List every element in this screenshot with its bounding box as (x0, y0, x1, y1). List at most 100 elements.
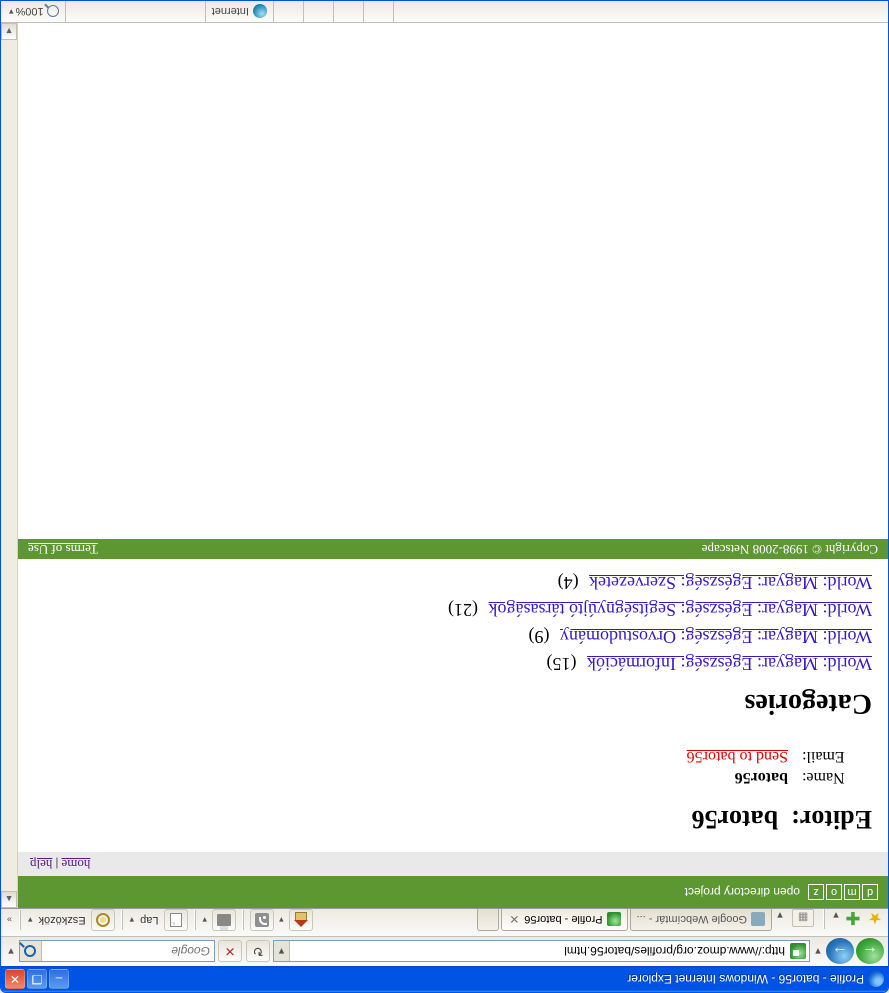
dmoz-subnav: home | help (18, 852, 888, 876)
nav-toolbar: ← → ▾ ▾ ↻ ✕ ▾ (1, 936, 888, 966)
category-row: World: Magyar: Egészség: Segítségnyújtó … (34, 596, 872, 623)
print-button[interactable] (212, 909, 236, 931)
page-menu-drop[interactable]: ▾ (128, 915, 137, 926)
status-pane-1 (364, 1, 394, 22)
status-pane-4 (274, 1, 304, 22)
page-icon (170, 913, 182, 927)
close-button[interactable]: ✕ (5, 969, 25, 989)
editor-value: bator56 (691, 805, 778, 834)
tab-list-drop[interactable]: ▾ (774, 909, 786, 922)
feed-icon (255, 913, 269, 927)
site-icon (790, 944, 806, 960)
category-count: (4) (558, 573, 585, 593)
dmoz-logo-o: o (826, 884, 842, 900)
link-help[interactable]: help (30, 857, 52, 872)
tab-profile-icon (607, 913, 621, 927)
category-row: World: Magyar: Egészség: Szervezetek (4) (34, 569, 872, 596)
back-button[interactable]: ← (856, 939, 884, 965)
vertical-scrollbar[interactable]: ▲ ▼ (1, 23, 18, 908)
maximize-button[interactable]: ❐ (27, 969, 47, 989)
address-bar: ▾ (273, 941, 810, 963)
tools-menu-drop[interactable]: ▾ (26, 915, 35, 926)
nav-sep: | (52, 857, 58, 872)
zone-label: Internet (212, 6, 249, 18)
name-label: Name: (788, 768, 872, 786)
add-favorite-button[interactable]: ✚ (844, 909, 862, 927)
status-pane-2 (334, 1, 364, 22)
quick-tabs-button[interactable]: ▦ (792, 909, 814, 927)
tab-close-button[interactable]: ✕ (508, 914, 520, 926)
refresh-button[interactable]: ↻ (246, 941, 270, 963)
favorites-center-button[interactable]: ★ (866, 909, 884, 927)
titlebar: Profile - bator56 - Windows Internet Exp… (1, 966, 888, 992)
scroll-track[interactable] (1, 40, 17, 891)
security-zone[interactable]: Internet (206, 1, 274, 22)
link-home[interactable]: home (62, 857, 91, 872)
home-icon (294, 913, 308, 927)
tab-profile-label: Profile - bator56 (524, 914, 602, 926)
minimize-button[interactable]: – (49, 969, 69, 989)
status-pane-5 (66, 1, 206, 22)
category-link[interactable]: World: Magyar: Egészség: Információk (587, 654, 872, 674)
address-dropdown[interactable]: ▾ (274, 942, 290, 962)
nav-history-drop[interactable]: ▾ (812, 945, 824, 958)
page-menu-button[interactable] (164, 909, 188, 931)
tab-bar: ★ ✚ ▾ ▦ ▾ Google Webcímtár - ... Profile… (1, 908, 888, 936)
zoom-icon (47, 6, 59, 18)
zoom-value: 100% (16, 6, 44, 18)
dmoz-logo-z: z (808, 884, 824, 900)
content-viewport: d m o z open directory project home | he… (1, 23, 888, 908)
search-icon (25, 946, 37, 958)
category-count: (21) (448, 600, 484, 620)
row-name: Name: bator56 (34, 768, 872, 786)
dmoz-logo: d m o z (808, 884, 878, 900)
search-input[interactable] (42, 945, 214, 959)
categories-list: World: Magyar: Egészség: Információk (15… (34, 569, 872, 677)
category-row: World: Magyar: Egészség: Orvostudomány (… (34, 623, 872, 650)
email-label: Email: (788, 747, 872, 765)
print-drop[interactable]: ▾ (201, 915, 210, 926)
category-link[interactable]: World: Magyar: Egészség: Orvostudomány (560, 627, 872, 647)
zoom-control[interactable]: 100% ▾ (1, 1, 66, 22)
home-drop[interactable]: ▾ (277, 915, 286, 926)
zoom-drop[interactable]: ▾ (7, 6, 16, 17)
status-pane-3 (304, 1, 334, 22)
category-row: World: Magyar: Egészség: Információk (15… (34, 650, 872, 677)
footer-copyright: Copyright © 1998-2008 Netscape (702, 541, 878, 557)
dmoz-footer: Copyright © 1998-2008 Netscape Terms of … (18, 539, 888, 559)
ie-icon (868, 971, 884, 987)
app-window: Profile - bator56 - Windows Internet Exp… (0, 0, 889, 993)
forward-button[interactable]: → (826, 939, 854, 965)
scroll-up-button[interactable]: ▲ (1, 891, 17, 908)
tools-menu-button[interactable] (91, 909, 115, 931)
search-go-button[interactable] (20, 942, 42, 962)
page-menu-label[interactable]: Lap (138, 914, 160, 926)
url-input[interactable] (290, 942, 787, 962)
tools-menu-label[interactable]: Eszközök (37, 914, 88, 926)
categories-heading: Categories (34, 687, 872, 719)
home-button[interactable] (289, 909, 313, 931)
feeds-button[interactable] (250, 909, 274, 931)
toolbar-overflow[interactable]: » (5, 915, 14, 925)
tab-google[interactable]: Google Webcímtár - ... (630, 909, 772, 931)
add-favorite-drop[interactable]: ▾ (830, 909, 842, 922)
new-tab-button[interactable] (477, 909, 499, 931)
tab-google-icon (751, 913, 765, 927)
row-email: Email: Send to bator56 (34, 747, 872, 765)
category-link[interactable]: World: Magyar: Egészség: Szervezetek (589, 573, 872, 593)
footer-terms-link[interactable]: Terms of Use (28, 541, 98, 557)
name-value: bator56 (735, 769, 788, 786)
page-body: d m o z open directory project home | he… (18, 23, 888, 908)
gear-icon (96, 913, 110, 927)
category-link[interactable]: World: Magyar: Egészség: Segítségnyújtó … (489, 600, 872, 620)
category-count: (9) (529, 627, 556, 647)
search-bar (19, 941, 215, 963)
tab-google-label: Google Webcímtár - ... (637, 914, 747, 926)
tab-profile[interactable]: Profile - bator56 ✕ (501, 909, 627, 931)
internet-zone-icon (253, 5, 267, 19)
email-link[interactable]: Send to bator56 (687, 748, 788, 765)
status-bar: Internet 100% ▾ (1, 1, 888, 23)
search-provider-drop[interactable]: ▾ (5, 945, 17, 958)
stop-button[interactable]: ✕ (218, 941, 242, 963)
scroll-down-button[interactable]: ▼ (1, 23, 17, 40)
